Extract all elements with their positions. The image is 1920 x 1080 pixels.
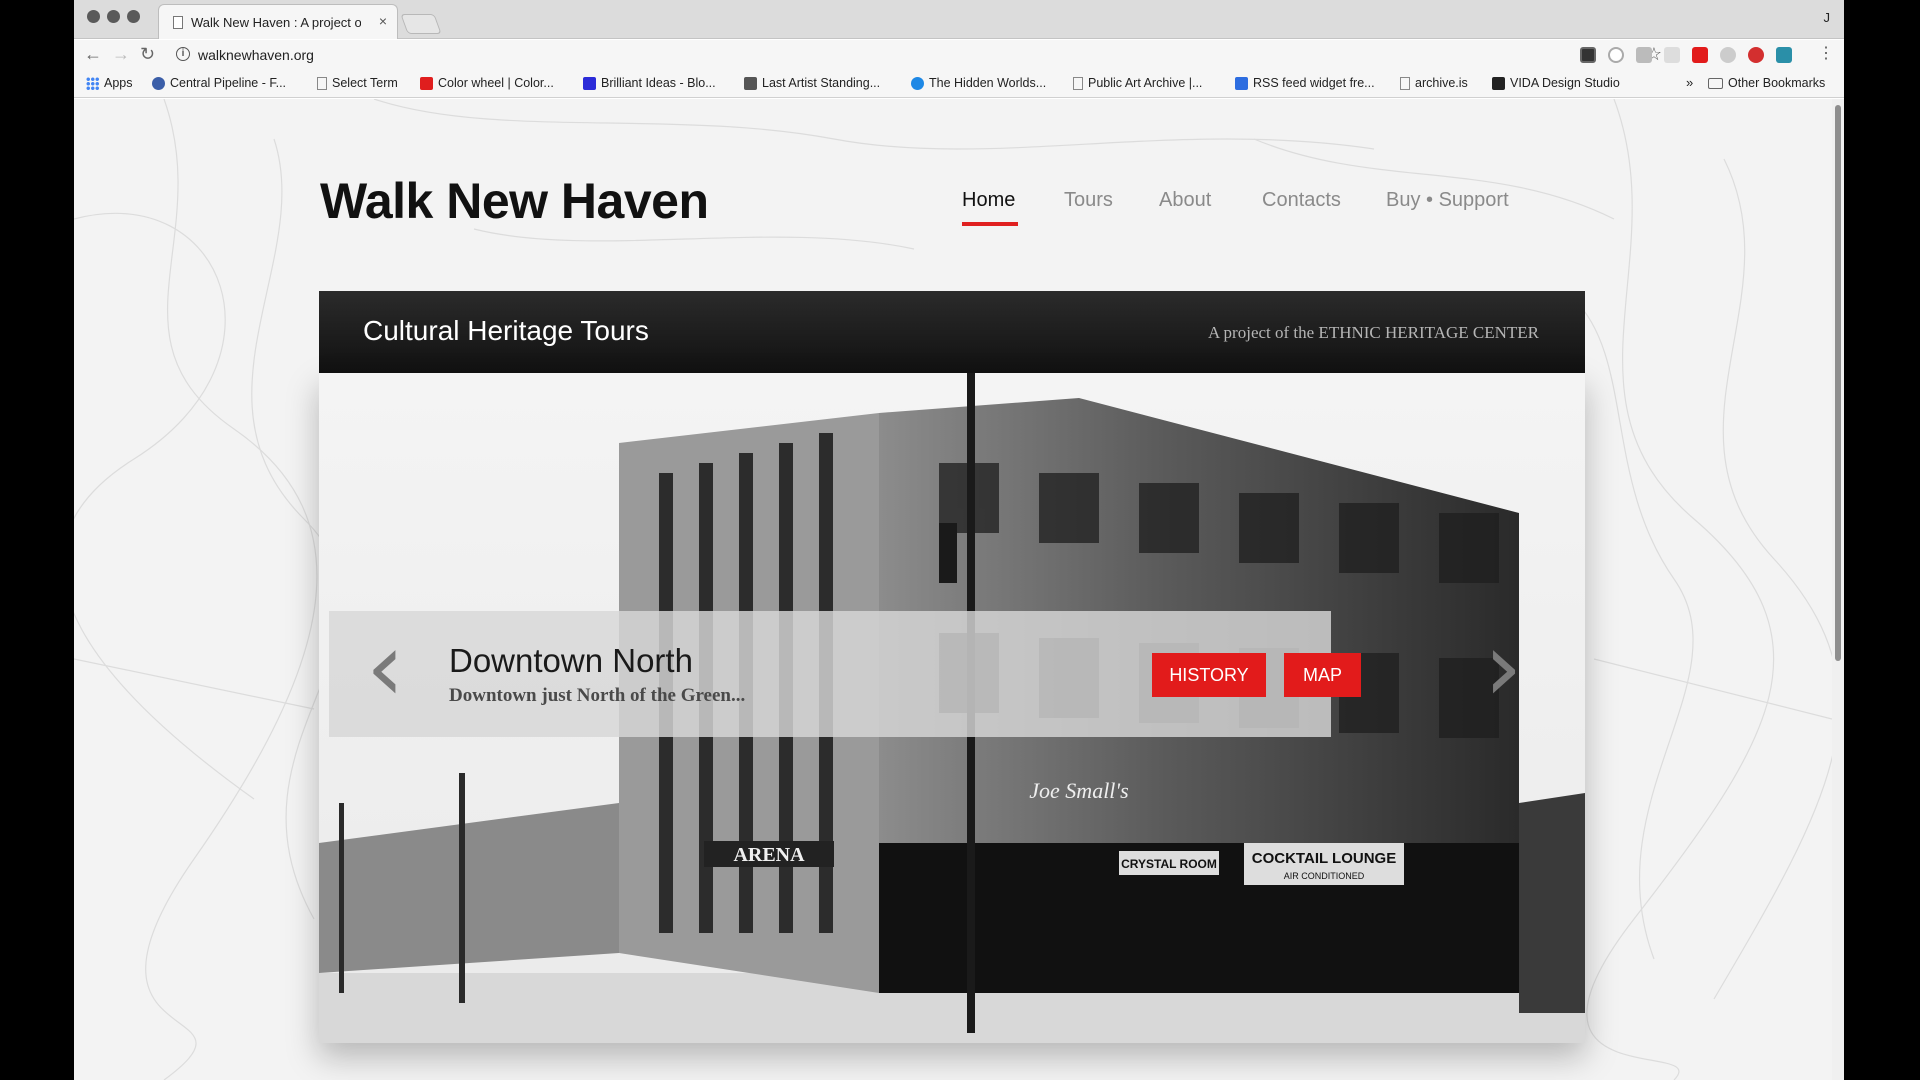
bookmark-item[interactable]: Apps bbox=[86, 76, 133, 90]
minimize-window-button[interactable] bbox=[107, 10, 120, 23]
history-button[interactable]: HISTORY bbox=[1152, 653, 1266, 697]
page-icon bbox=[317, 76, 327, 90]
bookmark-label: Select Term bbox=[332, 76, 398, 90]
chevron-left-icon[interactable]: ‹ bbox=[366, 619, 404, 715]
bookmark-item[interactable]: Color wheel | Color... bbox=[420, 76, 554, 90]
tab-close-icon[interactable]: × bbox=[379, 13, 387, 29]
bookmark-item[interactable]: RSS feed widget fre... bbox=[1235, 76, 1375, 90]
pinterest-icon[interactable] bbox=[1748, 47, 1764, 63]
bookmark-label: Brilliant Ideas - Blo... bbox=[601, 76, 716, 90]
leaf-icon bbox=[744, 76, 757, 90]
bookmark-label: VIDA Design Studio bbox=[1510, 76, 1620, 90]
puzzle-icon bbox=[1235, 76, 1248, 90]
crystal-room-sign: CRYSTAL ROOM bbox=[1121, 857, 1217, 871]
cocktail-lounge-sign: COCKTAIL LOUNGE bbox=[1252, 850, 1396, 867]
bookmark-label: archive.is bbox=[1415, 76, 1468, 90]
other-bookmarks-label: Other Bookmarks bbox=[1728, 76, 1826, 90]
bookmark-item[interactable]: archive.is bbox=[1400, 76, 1468, 90]
extension-icon[interactable] bbox=[1776, 47, 1792, 63]
bookmark-item[interactable]: Central Pipeline - F... bbox=[152, 76, 286, 90]
bookmark-label: Last Artist Standing... bbox=[762, 76, 881, 90]
extension-icon[interactable] bbox=[1720, 47, 1736, 63]
url-text[interactable]: walknewhaven.org bbox=[198, 47, 314, 63]
map-button[interactable]: MAP bbox=[1284, 653, 1361, 697]
menu-icon[interactable]: ⋮ bbox=[1818, 43, 1834, 63]
slide-title: Downtown North bbox=[449, 642, 693, 679]
forward-arrow-icon[interactable]: → bbox=[112, 44, 130, 65]
b-logo-icon bbox=[583, 76, 596, 90]
scrollbar-thumb[interactable] bbox=[1835, 105, 1841, 661]
browser-tab[interactable]: Walk New Haven : A project of × bbox=[158, 4, 398, 39]
site-logo[interactable]: Walk New Haven bbox=[320, 172, 709, 230]
browser-toolbar: ← → ↻ i walknewhaven.org ☆ ⋮ bbox=[74, 40, 1844, 70]
extension-icon[interactable] bbox=[1608, 47, 1624, 63]
reload-icon[interactable]: ↻ bbox=[140, 44, 155, 65]
adobe-icon bbox=[420, 76, 433, 90]
zoom-window-button[interactable] bbox=[127, 10, 140, 23]
vertical-scrollbar[interactable] bbox=[1832, 99, 1844, 1080]
extension-icon[interactable] bbox=[1636, 47, 1652, 63]
web-page: Walk New Haven Home Tours About Contacts… bbox=[74, 99, 1832, 1080]
page-icon bbox=[1073, 76, 1083, 90]
tab-strip: Walk New Haven : A project of × J bbox=[74, 0, 1844, 39]
bookmark-label: Apps bbox=[104, 76, 133, 90]
chevron-right-icon[interactable]: › bbox=[1484, 619, 1522, 715]
nav-about[interactable]: About bbox=[1159, 189, 1211, 212]
joe-smalls-sign: Joe Small's bbox=[1029, 778, 1128, 803]
bookmark-label: The Hidden Worlds... bbox=[929, 76, 1047, 90]
slide-subtitle: Downtown just North of the Green... bbox=[449, 685, 746, 706]
info-icon[interactable]: i bbox=[176, 47, 190, 61]
apps-grid-icon bbox=[86, 76, 99, 90]
slide-caption-panel: Downtown North Downtown just North of th… bbox=[329, 611, 1361, 737]
bookmark-item[interactable]: VIDA Design Studio bbox=[1492, 76, 1620, 90]
pdf-icon[interactable] bbox=[1692, 47, 1708, 63]
banner-title: Cultural Heritage Tours bbox=[363, 315, 649, 346]
nav-buy-support[interactable]: Buy • Support bbox=[1386, 189, 1509, 212]
extension-icon[interactable] bbox=[1580, 47, 1596, 63]
browser-window: Walk New Haven : A project of × J ← → ↻ … bbox=[74, 0, 1844, 1080]
bookmark-item[interactable]: Public Art Archive |... bbox=[1073, 76, 1202, 90]
nav-active-indicator bbox=[962, 222, 1018, 226]
v-logo-icon bbox=[1492, 76, 1505, 90]
close-window-button[interactable] bbox=[87, 10, 100, 23]
bookmarks-overflow-button[interactable]: » bbox=[1686, 75, 1693, 90]
bookmark-label: Public Art Archive |... bbox=[1088, 76, 1203, 90]
heritage-banner: Cultural Heritage Tours A project of the… bbox=[319, 291, 1585, 373]
camera-icon[interactable] bbox=[1664, 47, 1680, 63]
circle-logo-icon bbox=[911, 76, 924, 90]
nav-tours[interactable]: Tours bbox=[1064, 189, 1113, 212]
bookmark-item[interactable]: Select Term bbox=[317, 76, 398, 90]
nav-home[interactable]: Home bbox=[962, 189, 1015, 212]
bookmark-item[interactable]: Last Artist Standing... bbox=[744, 76, 880, 90]
air-conditioned-sign: AIR CONDITIONED bbox=[1284, 871, 1365, 881]
back-arrow-icon[interactable]: ← bbox=[84, 44, 102, 65]
banner-subtitle: A project of the ETHNIC HERITAGE CENTER bbox=[1207, 323, 1539, 342]
profile-button[interactable]: J bbox=[1824, 10, 1831, 25]
globe-icon bbox=[152, 76, 165, 90]
bookmarks-bar: Apps Central Pipeline - F... Select Term Co… bbox=[74, 70, 1844, 98]
bookmark-item[interactable]: Brilliant Ideas - Blo... bbox=[583, 76, 716, 90]
bookmark-label: RSS feed widget fre... bbox=[1253, 76, 1375, 90]
other-bookmarks-folder[interactable]: Other Bookmarks bbox=[1708, 76, 1825, 90]
new-tab-button[interactable] bbox=[400, 14, 442, 34]
tab-title: Walk New Haven : A project of bbox=[191, 15, 361, 30]
page-icon bbox=[1400, 76, 1410, 90]
bookmark-label: Color wheel | Color... bbox=[438, 76, 554, 90]
bookmark-item[interactable]: The Hidden Worlds... bbox=[911, 76, 1046, 90]
page-icon bbox=[173, 16, 183, 29]
nav-contacts[interactable]: Contacts bbox=[1262, 189, 1341, 212]
folder-icon bbox=[1708, 77, 1723, 89]
arena-sign: ARENA bbox=[733, 844, 805, 866]
address-bar[interactable]: i walknewhaven.org ☆ bbox=[172, 43, 1666, 67]
bookmark-label: Central Pipeline - F... bbox=[170, 76, 287, 90]
